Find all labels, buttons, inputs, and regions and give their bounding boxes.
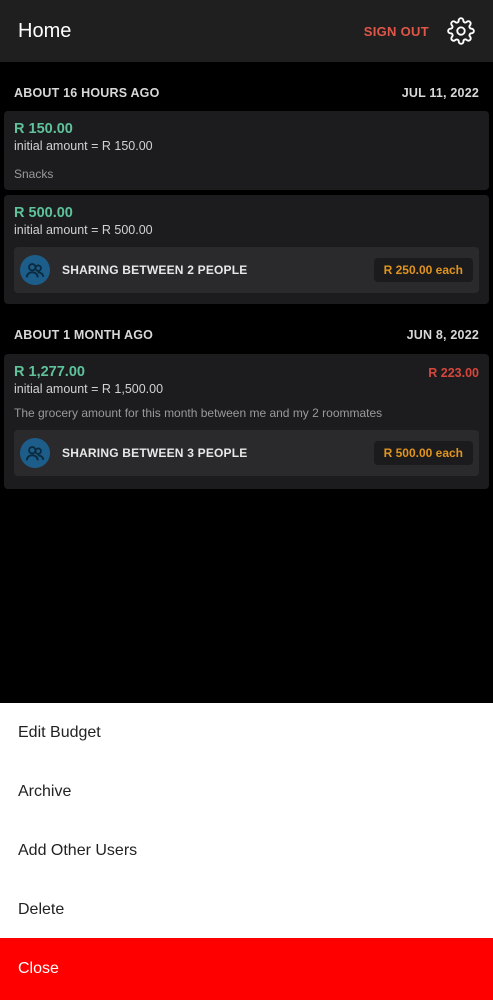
group-date: JUL 11, 2022 — [401, 86, 479, 100]
budget-card[interactable]: R 150.00 initial amount = R 150.00 Snack… — [4, 111, 489, 190]
budget-card[interactable]: R 500.00 initial amount = R 500.00 SHARI… — [4, 195, 489, 304]
people-icon — [20, 438, 50, 468]
budget-difference: R 223.00 — [428, 366, 479, 380]
sharing-row[interactable]: SHARING BETWEEN 3 PEOPLE R 500.00 each — [14, 430, 479, 476]
group-date: JUN 8, 2022 — [406, 328, 479, 342]
group-relative-time: ABOUT 16 HOURS AGO — [14, 86, 160, 100]
edit-budget-button[interactable]: Edit Budget — [0, 703, 493, 762]
page-title: Home — [18, 19, 72, 42]
budget-amount: R 500.00 — [14, 205, 73, 221]
add-other-users-button[interactable]: Add Other Users — [0, 821, 493, 880]
budget-description: Snacks — [14, 167, 54, 181]
app-bar: Home SIGN OUT — [0, 0, 493, 62]
group-header: ABOUT 1 MONTH AGO JUN 8, 2022 — [0, 315, 493, 355]
budget-amount: R 150.00 — [14, 121, 73, 137]
share-each-badge: R 500.00 each — [373, 441, 473, 465]
budget-card[interactable]: R 1,277.00 R 223.00 initial amount = R 1… — [4, 354, 489, 489]
people-icon — [20, 255, 50, 285]
budget-initial-amount: initial amount = R 150.00 — [14, 139, 153, 153]
action-sheet: Edit Budget Archive Add Other Users Dele… — [0, 703, 493, 1000]
sign-out-button[interactable]: SIGN OUT — [364, 24, 429, 39]
share-each-badge: R 250.00 each — [373, 258, 473, 282]
delete-button[interactable]: Delete — [0, 880, 493, 939]
sharing-label: SHARING BETWEEN 3 PEOPLE — [62, 446, 248, 460]
close-button[interactable]: Close — [0, 938, 493, 1000]
budget-initial-amount: initial amount = R 1,500.00 — [14, 382, 164, 396]
sharing-label: SHARING BETWEEN 2 PEOPLE — [62, 263, 248, 277]
budget-description: The grocery amount for this month betwee… — [14, 406, 383, 420]
group-header: ABOUT 16 HOURS AGO JUL 11, 2022 — [0, 73, 493, 113]
gear-icon[interactable] — [447, 17, 475, 45]
group-relative-time: ABOUT 1 MONTH AGO — [14, 328, 154, 342]
archive-button[interactable]: Archive — [0, 762, 493, 821]
budget-initial-amount: initial amount = R 500.00 — [14, 223, 153, 237]
sharing-row[interactable]: SHARING BETWEEN 2 PEOPLE R 250.00 each — [14, 247, 479, 293]
budget-amount: R 1,277.00 — [14, 364, 85, 380]
